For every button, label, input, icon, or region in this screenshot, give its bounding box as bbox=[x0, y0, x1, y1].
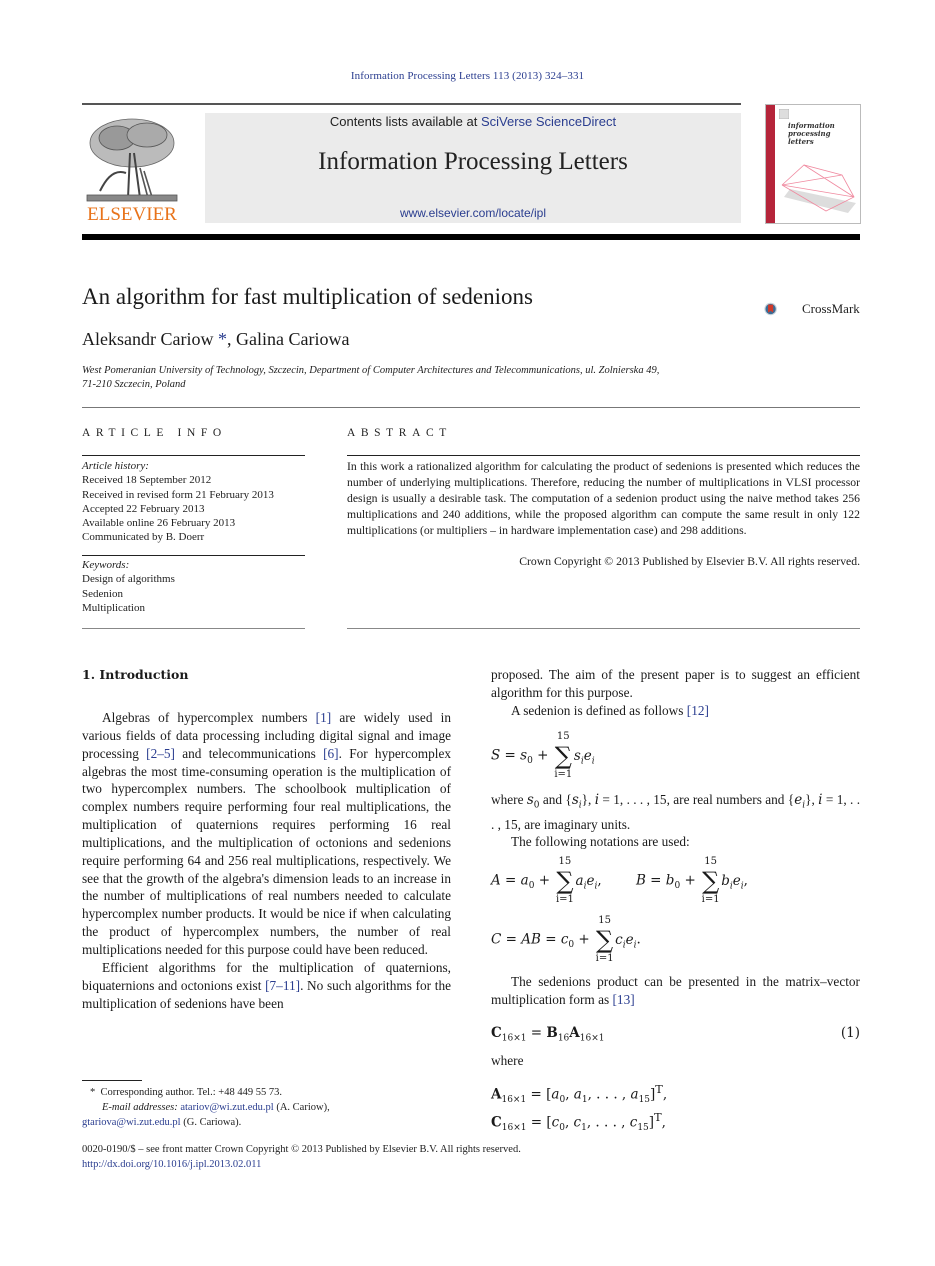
paragraph: Algebras of hypercomplex numbers [1] are… bbox=[82, 710, 451, 957]
email-link[interactable]: atariov@wi.zut.edu.pl bbox=[180, 1102, 273, 1113]
email-link[interactable]: gtariova@wi.zut.edu.pl bbox=[82, 1117, 181, 1128]
history-item: Received 18 September 2012 bbox=[82, 474, 212, 487]
cover-elsevier-icon bbox=[779, 109, 789, 119]
keyword: Multiplication bbox=[82, 601, 145, 614]
crossmark-label[interactable]: CrossMark bbox=[802, 301, 860, 317]
citation-link[interactable]: [7–11] bbox=[265, 978, 300, 993]
where-paragraph: where s0 and {si}, i = 1, . . . , 15, ar… bbox=[491, 792, 861, 850]
author-name: Galina Cariowa bbox=[235, 329, 350, 349]
equation-1: C16×1 = B16A16×1 (1) bbox=[491, 1025, 860, 1044]
contents-line: Contents lists available at SciVerse Sci… bbox=[205, 114, 741, 129]
corresponding-author-marker[interactable]: * bbox=[218, 329, 227, 349]
article-title: An algorithm for fast multiplication of … bbox=[82, 284, 533, 309]
history-item: Accepted 22 February 2013 bbox=[82, 502, 205, 515]
abstract-copyright: Crown Copyright © 2013 Published by Else… bbox=[519, 555, 860, 568]
equation-a-vector: A16×1 = [a0, a1, . . . , a15]T, bbox=[491, 1083, 668, 1106]
history-label: Article history: bbox=[82, 460, 149, 472]
keywords: Keywords: Design of algorithms Sedenion … bbox=[82, 558, 175, 615]
paragraph: The sedenions product can be presented i… bbox=[491, 974, 860, 1007]
running-head-link[interactable]: Information Processing Letters 113 (2013… bbox=[0, 70, 935, 82]
right-column-intro: proposed. The aim of the present paper i… bbox=[491, 666, 860, 720]
paragraph: Efficient algorithms for the multiplicat… bbox=[82, 959, 451, 1011]
citation-link[interactable]: [2–5] bbox=[146, 746, 175, 761]
front-matter-copyright: 0020-0190/$ – see front matter Crown Cop… bbox=[82, 1144, 521, 1155]
history-item: Available online 26 February 2013 bbox=[82, 517, 236, 530]
info-rule bbox=[82, 455, 305, 456]
abstract-text: In this work a rationalized algorithm fo… bbox=[347, 460, 860, 537]
citation-link[interactable]: [12] bbox=[687, 703, 709, 718]
journal-url-link[interactable]: www.elsevier.com/locate/ipl bbox=[205, 206, 741, 220]
footnote-rule bbox=[82, 1080, 142, 1081]
footnote: * Corresponding author. Tel.: +48 449 55… bbox=[82, 1087, 330, 1128]
paragraph: A sedenion is defined as follows [12] bbox=[511, 702, 709, 718]
footnote-star: * bbox=[90, 1087, 96, 1098]
author-name: Aleksandr Cariow bbox=[82, 329, 214, 349]
affiliation: West Pomeranian University of Technology… bbox=[82, 365, 660, 390]
cover-title: information processing letters bbox=[788, 121, 835, 146]
journal-title: Information Processing Letters bbox=[318, 148, 628, 175]
where-label: where bbox=[491, 1053, 524, 1068]
section-rule bbox=[82, 407, 860, 408]
author-list: Aleksandr Cariow *, Galina Cariowa bbox=[82, 329, 350, 349]
journal-cover-thumbnail[interactable]: information processing letters bbox=[765, 104, 861, 224]
abstract-rule bbox=[347, 455, 860, 456]
sciencedirect-link[interactable]: SciVerse ScienceDirect bbox=[481, 114, 616, 129]
equation-a-b: A = a0 + ∑ 15 i=1 aiei, B = b0 + ∑ 15 i=1 biei… bbox=[491, 856, 748, 905]
citation-link[interactable]: [6] bbox=[323, 746, 339, 761]
info-rule bbox=[82, 555, 305, 556]
history-item: Received in revised form 21 February 201… bbox=[82, 488, 274, 501]
abstract-rule bbox=[347, 628, 860, 629]
history-item: Communicated by B. Doerr bbox=[82, 531, 205, 544]
equation-c-vector: C16×1 = [c0, c1, . . . , c15]T, bbox=[491, 1111, 666, 1134]
left-column: Algebras of hypercomplex numbers [1] are… bbox=[82, 709, 451, 1012]
cover-graph-illustration bbox=[781, 164, 856, 213]
abstract-heading: ABSTRACT bbox=[347, 427, 452, 439]
equation-c: C = AB = c0 + ∑ 15 i=1 ciei. bbox=[491, 915, 641, 964]
keyword: Design of algorithms bbox=[82, 573, 175, 586]
keywords-label: Keywords: bbox=[82, 559, 130, 571]
equation-number: (1) bbox=[840, 1025, 860, 1041]
cover-spine bbox=[766, 105, 775, 223]
front-matter: 0020-0190/$ – see front matter Crown Cop… bbox=[82, 1142, 682, 1172]
citation-link[interactable]: [1] bbox=[316, 710, 332, 725]
sum-symbol: ∑ 15 i=1 bbox=[554, 731, 573, 780]
contents-prefix: Contents lists available at bbox=[329, 114, 481, 129]
doi-link[interactable]: http://dx.doi.org/10.1016/j.ipl.2013.02.… bbox=[82, 1159, 261, 1170]
article-history: Article history: Received 18 September 2… bbox=[82, 459, 274, 545]
elsevier-wordmark: ELSEVIER bbox=[87, 204, 177, 225]
crossmark-icon[interactable] bbox=[764, 291, 800, 327]
article-info-heading: ARTICLE INFO bbox=[82, 427, 227, 439]
info-rule bbox=[82, 628, 305, 629]
section-heading: 1. Introduction bbox=[82, 667, 189, 682]
keyword: Sedenion bbox=[82, 587, 123, 600]
citation-link[interactable]: [13] bbox=[613, 992, 635, 1007]
header-thick-rule bbox=[82, 234, 860, 240]
top-rule bbox=[82, 103, 741, 105]
equation-sedenion: S = s0 + ∑ 15 i=1 siei bbox=[491, 731, 595, 780]
paragraph: proposed. The aim of the present paper i… bbox=[491, 667, 860, 700]
